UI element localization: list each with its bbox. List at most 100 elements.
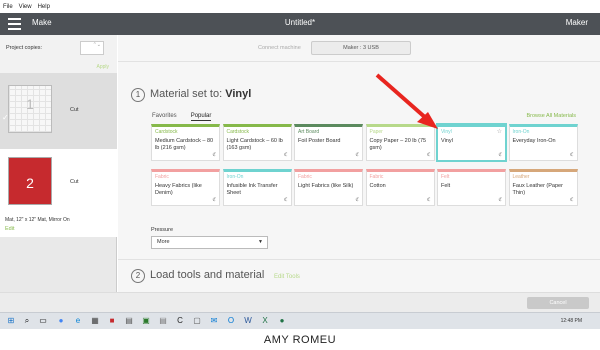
cricut-icon: ℭ <box>355 152 359 158</box>
material-card[interactable]: Paper Copy Paper – 20 lb (75 gsm) ℭ <box>365 124 435 161</box>
cricut-icon: ℭ <box>498 197 502 203</box>
menu-bar: File View Help <box>0 4 600 13</box>
app-icon[interactable]: ▢ <box>192 316 202 326</box>
material-name: Everyday Iron-On <box>512 138 556 144</box>
connect-machine-button[interactable]: Maker : 3 USB <box>311 41 411 55</box>
apply-button[interactable]: Apply <box>96 64 109 70</box>
material-card[interactable]: Vinyl Vinyl ℭ ☆ <box>437 124 506 161</box>
mat-number: 1 <box>26 96 34 112</box>
browse-all-materials-link[interactable]: Browse All Materials <box>526 113 576 119</box>
bottom-bar: Cancel <box>0 292 600 312</box>
mat-info: Mat, 12" x 12" Mat, Mirror On <box>5 217 70 223</box>
search-icon[interactable]: ⌕ <box>22 316 32 326</box>
cricut-icon: ℭ <box>283 197 288 203</box>
material-category: Fabric <box>369 174 384 180</box>
material-name: Vinyl <box>441 138 453 144</box>
material-name: Light Cardstock – 60 lb (163 gsm) <box>226 138 283 151</box>
cricut-icon: ℭ <box>498 152 502 158</box>
material-name: Foil Poster Board <box>298 138 341 144</box>
material-card[interactable]: Iron-On Infusible Ink Transfer Sheet ℭ <box>222 169 292 206</box>
favorite-star-icon[interactable]: ☆ <box>497 128 502 135</box>
chevron-down-icon: ▼ <box>258 239 263 245</box>
app-icon[interactable]: ▣ <box>141 316 151 326</box>
edge-icon[interactable]: e <box>73 316 83 326</box>
app-header: Make Untitled* Maker <box>0 13 600 35</box>
material-name: Cotton <box>369 183 386 189</box>
mat-item-2[interactable]: 2 Cut Mat, 12" x 12" Mat, Mirror On Edit <box>0 149 117 237</box>
material-name: Light Fabrics (like Silk) <box>298 183 354 189</box>
outlook-icon[interactable]: O <box>226 316 236 326</box>
material-name: Heavy Fabrics (like Denim) <box>155 183 202 196</box>
mat-item-1[interactable]: ✓ 1 Cut <box>0 73 117 149</box>
cricut-icon: ℭ <box>426 152 431 158</box>
cricut-icon: ℭ <box>569 197 574 203</box>
material-category: Paper <box>369 129 383 135</box>
material-card[interactable]: Art Board Foil Poster Board ℭ <box>294 124 363 161</box>
mat-action-label: Cut <box>70 107 79 113</box>
material-set-label: Material set to: <box>150 88 223 100</box>
windows-start-icon[interactable]: ⊞ <box>6 316 16 326</box>
mail-icon[interactable]: ✉ <box>209 316 219 326</box>
cricut-icon: ℭ <box>569 152 574 158</box>
material-category: Leather <box>512 174 530 180</box>
task-view-icon[interactable]: ▭ <box>38 316 48 326</box>
material-set-value: Vinyl <box>225 88 252 100</box>
machine-name[interactable]: Maker <box>566 18 588 27</box>
clock[interactable]: 12:48 PM <box>561 318 582 324</box>
material-card[interactable]: Leather Faux Leather (Paper Thin) ℭ <box>508 169 578 206</box>
material-card[interactable]: Fabric Cotton ℭ <box>365 169 435 206</box>
material-card[interactable]: Cardstock Medium Cardstock – 80 lb (216 g… <box>151 124 220 161</box>
excel-icon[interactable]: X <box>260 316 270 326</box>
mat-sidebar: Project copies: ⌃⌄ Apply ✓ 1 Cut 2 Cut M… <box>0 35 117 297</box>
material-category: Fabric <box>155 174 169 180</box>
calculator-icon[interactable]: ▦ <box>90 316 100 326</box>
material-card[interactable]: Cardstock Light Cardstock – 60 lb (163 gs… <box>222 124 292 161</box>
material-category: Art Board <box>298 129 320 135</box>
project-title: Untitled* <box>284 18 316 27</box>
material-category: Cardstock <box>226 129 250 135</box>
word-icon[interactable]: W <box>243 316 253 326</box>
material-category: Iron-On <box>512 129 530 135</box>
pressure-select[interactable]: More ▼ <box>151 236 268 249</box>
project-copies-stepper[interactable]: ⌃⌄ <box>80 41 104 55</box>
material-card[interactable]: Iron-On Everyday Iron-On ℭ <box>508 124 578 161</box>
step-2-title: Load tools and material <box>150 269 265 281</box>
app-icon[interactable]: ▤ <box>158 316 168 326</box>
menu-file[interactable]: File <box>3 4 13 13</box>
menu-view[interactable]: View <box>19 4 32 13</box>
windows-taskbar: ⊞ ⌕ ▭ ● e ▦ ■ ▤ ▣ ▤ C ▢ ✉ O W X ● 12:48 … <box>0 312 600 329</box>
acrobat-icon[interactable]: ■ <box>107 316 117 326</box>
pressure-value: More <box>157 239 170 245</box>
chrome-icon[interactable]: ● <box>56 316 66 326</box>
material-category: Felt <box>441 174 450 180</box>
menu-help[interactable]: Help <box>38 4 50 13</box>
material-card[interactable]: Felt Felt ℭ <box>437 169 506 206</box>
material-name: Copy Paper – 20 lb (75 gsm) <box>369 138 427 151</box>
app-icon[interactable]: ▤ <box>124 316 134 326</box>
divider <box>118 259 600 260</box>
mat-edit-link[interactable]: Edit <box>5 226 14 232</box>
app-icon[interactable]: ● <box>277 316 287 326</box>
main-panel: Connect machine Maker : 3 USB 1 Material… <box>118 35 600 297</box>
divider <box>118 61 600 62</box>
cricut-icon[interactable]: C <box>175 316 185 326</box>
tab-favorites[interactable]: Favorites <box>152 113 177 121</box>
cancel-button[interactable]: Cancel <box>527 297 589 309</box>
cricut-icon: ℭ <box>212 197 216 203</box>
tab-popular[interactable]: Popular <box>190 113 212 121</box>
material-card[interactable]: Fabric Light Fabrics (like Silk) ℭ <box>294 169 363 206</box>
material-name: Infusible Ink Transfer Sheet <box>226 183 278 196</box>
material-category: Cardstock <box>155 129 178 135</box>
mat-preview-1: 1 <box>8 85 52 133</box>
mat-number: 2 <box>26 175 34 191</box>
mat-preview-2: 2 <box>8 157 52 205</box>
material-name: Medium Cardstock – 80 lb (216 gsm) <box>155 138 214 151</box>
material-category: Iron-On <box>226 174 244 180</box>
step-1-badge: 1 <box>131 88 145 102</box>
photo-credit: AMY ROMEU <box>0 330 600 350</box>
project-copies-panel: Project copies: ⌃⌄ Apply <box>0 35 117 73</box>
step-1-title: Material set to: Vinyl <box>150 88 251 100</box>
edit-tools-link[interactable]: Edit Tools <box>274 274 300 280</box>
connect-machine-label: Connect machine <box>258 45 301 51</box>
material-card[interactable]: Fabric Heavy Fabrics (like Denim) ℭ <box>151 169 220 206</box>
